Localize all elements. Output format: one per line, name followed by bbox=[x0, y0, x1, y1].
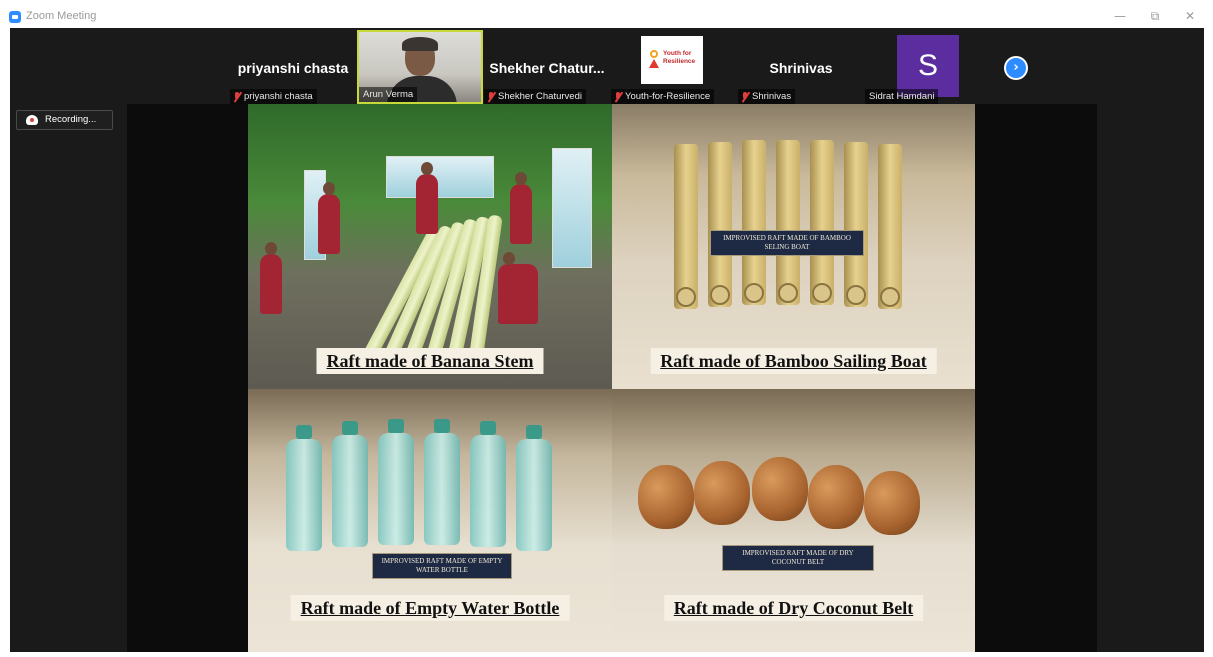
panel-caption: Raft made of Empty Water Bottle bbox=[290, 595, 570, 621]
participant-name: Youth-for-Resilience bbox=[625, 91, 711, 102]
participant-label: Arun Verma bbox=[359, 87, 418, 102]
recording-label: Recording... bbox=[45, 114, 97, 125]
water-bottle bbox=[516, 425, 552, 551]
coconut bbox=[638, 465, 694, 529]
water-bottle bbox=[424, 419, 460, 545]
gallery-strip: priyanshi chasta priyanshi chasta Arun V… bbox=[230, 30, 1028, 104]
bamboo-pole bbox=[674, 144, 698, 309]
muted-mic-icon bbox=[488, 91, 494, 102]
participant-display-name: Shrinivas bbox=[769, 60, 833, 76]
water-bottle bbox=[286, 425, 322, 551]
panel-plaque: IMPROVISED RAFT MADE OF DRY COCONUT BELT bbox=[722, 545, 874, 571]
participant-video-face bbox=[402, 37, 438, 76]
slide-panel-banana-stem: Raft made of Banana Stem bbox=[248, 104, 612, 389]
participant-name: priyanshi chasta bbox=[244, 91, 313, 102]
participant-tile[interactable]: Shekher Chatur... Shekher Chaturvedi bbox=[484, 30, 610, 104]
coconut bbox=[864, 471, 920, 535]
slide-panel-coconut-belt: IMPROVISED RAFT MADE OF DRY COCONUT BELT… bbox=[612, 389, 975, 652]
water-bottle bbox=[378, 419, 414, 545]
muted-mic-icon bbox=[742, 91, 748, 102]
bamboo-pole bbox=[810, 140, 834, 305]
coconut bbox=[694, 461, 750, 525]
logo-text: Youth for Resilience bbox=[663, 50, 696, 65]
bamboo-pole bbox=[776, 140, 800, 305]
restore-button[interactable]: ⧉ bbox=[1140, 6, 1170, 26]
water-bottle bbox=[470, 421, 506, 547]
participant-name: Shekher Chaturvedi bbox=[498, 91, 582, 102]
coconut bbox=[808, 465, 864, 529]
banner-image bbox=[386, 156, 494, 198]
participant-avatar: S bbox=[897, 35, 959, 97]
cloud-recording-icon bbox=[26, 115, 38, 125]
person-figure bbox=[510, 172, 532, 244]
muted-mic-icon bbox=[234, 91, 240, 102]
coconut bbox=[752, 457, 808, 521]
next-page-chevron-right-icon[interactable]: › bbox=[1004, 56, 1028, 80]
participant-display-name: priyanshi chasta bbox=[237, 60, 349, 76]
person-figure bbox=[416, 162, 438, 234]
recording-indicator[interactable]: Recording... bbox=[16, 110, 113, 130]
participant-display-name: Shekher Chatur... bbox=[489, 60, 605, 76]
participant-tile[interactable]: S Sidrat Hamdani bbox=[865, 30, 991, 104]
person-icon bbox=[649, 50, 659, 68]
close-button[interactable]: ✕ bbox=[1175, 6, 1205, 26]
participant-video-tile-active-speaker[interactable]: Arun Verma bbox=[357, 30, 483, 104]
person-figure bbox=[260, 242, 282, 314]
participant-label: Shekher Chaturvedi bbox=[484, 89, 586, 104]
participant-label: Sidrat Hamdani bbox=[865, 89, 939, 104]
bamboo-pole bbox=[708, 142, 732, 307]
participant-label: priyanshi chasta bbox=[230, 89, 317, 104]
meeting-window: priyanshi chasta priyanshi chasta Arun V… bbox=[10, 28, 1204, 652]
zoom-app-icon bbox=[9, 11, 21, 23]
panel-caption: Raft made of Banana Stem bbox=[316, 348, 544, 374]
participant-label: Youth-for-Resilience bbox=[611, 89, 715, 104]
participant-name: Arun Verma bbox=[363, 89, 414, 100]
person-figure bbox=[318, 182, 340, 254]
youth-for-resilience-logo: Youth for Resilience bbox=[641, 36, 703, 84]
slide-panel-bamboo-boat: IMPROVISED RAFT MADE OF BAMBOO SELING BO… bbox=[612, 104, 975, 389]
muted-mic-icon bbox=[615, 91, 621, 102]
minimize-button[interactable]: — bbox=[1105, 6, 1135, 26]
panel-caption: Raft made of Dry Coconut Belt bbox=[663, 595, 924, 621]
shared-screen: Raft made of Banana Stem IMPROVISED RAFT… bbox=[127, 104, 1097, 652]
participant-tile[interactable]: Youth for Resilience Youth-for-Resilience bbox=[611, 30, 737, 104]
shared-slide: Raft made of Banana Stem IMPROVISED RAFT… bbox=[248, 104, 975, 652]
participant-name: Sidrat Hamdani bbox=[869, 91, 935, 102]
poster-image bbox=[552, 148, 592, 268]
panel-plaque: IMPROVISED RAFT MADE OF EMPTY WATER BOTT… bbox=[372, 553, 512, 579]
bamboo-pole bbox=[742, 140, 766, 305]
window-title: Zoom Meeting bbox=[26, 10, 97, 22]
window-titlebar: Zoom Meeting — ⧉ ✕ bbox=[0, 0, 1213, 28]
bamboo-pole bbox=[844, 142, 868, 307]
panel-caption: Raft made of Bamboo Sailing Boat bbox=[650, 348, 937, 374]
participant-tile[interactable]: Shrinivas Shrinivas bbox=[738, 30, 864, 104]
panel-plaque: IMPROVISED RAFT MADE OF BAMBOO SELING BO… bbox=[710, 230, 864, 256]
participant-name: Shrinivas bbox=[752, 91, 792, 102]
bamboo-pole bbox=[878, 144, 902, 309]
slide-panel-water-bottle: IMPROVISED RAFT MADE OF EMPTY WATER BOTT… bbox=[248, 389, 612, 652]
person-figure bbox=[498, 252, 538, 324]
water-bottle bbox=[332, 421, 368, 547]
participant-tile[interactable]: priyanshi chasta priyanshi chasta bbox=[230, 30, 356, 104]
participant-label: Shrinivas bbox=[738, 89, 796, 104]
